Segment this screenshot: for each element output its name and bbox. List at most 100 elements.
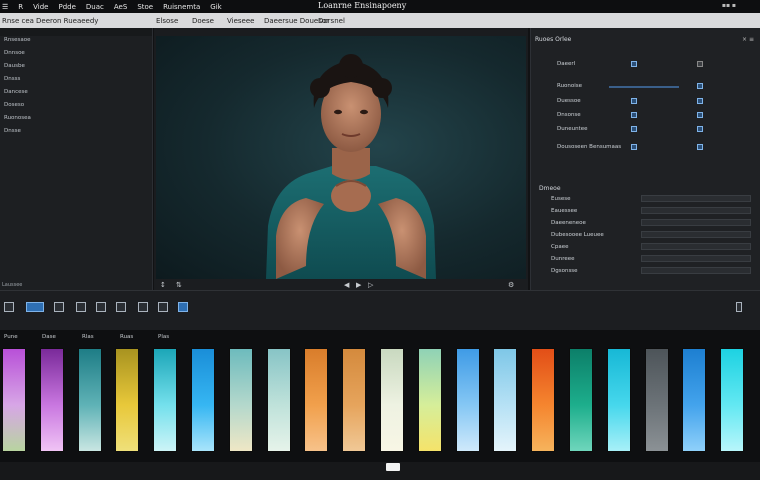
timeline-clip[interactable] <box>266 348 291 452</box>
timeline-ruler[interactable] <box>0 462 760 480</box>
inspector-row[interactable]: Dnsonse <box>539 112 755 120</box>
checkbox[interactable] <box>631 61 637 67</box>
playhead[interactable] <box>386 463 400 471</box>
browser-item[interactable]: Doseso <box>4 102 24 108</box>
timeline-clip[interactable] <box>77 348 102 452</box>
section-row[interactable]: Cpaee <box>551 244 568 250</box>
checkbox[interactable] <box>697 61 703 67</box>
timeline-clip[interactable] <box>115 348 140 452</box>
blade-icon[interactable] <box>54 302 64 312</box>
section-row[interactable]: Dunreee <box>551 256 575 262</box>
toolbar-item[interactable]: Deeron Rueaeedy <box>36 17 98 25</box>
toolbar-item[interactable]: Rnse cea <box>2 17 34 25</box>
checkbox[interactable] <box>631 112 637 118</box>
browser-item[interactable]: Dancese <box>4 89 28 95</box>
timeline-clip[interactable] <box>644 348 669 452</box>
section-row[interactable]: Dgsonsse <box>551 268 578 274</box>
inspector-row[interactable]: Ruonoise <box>539 83 755 91</box>
timeline-clip[interactable] <box>569 348 593 452</box>
timeline-clip[interactable] <box>720 348 745 452</box>
checkbox[interactable] <box>697 126 703 132</box>
timeline-clip[interactable] <box>228 348 253 452</box>
value-field[interactable] <box>641 195 751 202</box>
marker-icon[interactable] <box>138 302 148 312</box>
checkbox[interactable] <box>631 144 637 150</box>
value-field[interactable] <box>641 207 751 214</box>
menu-item[interactable]: Stoe <box>137 3 153 11</box>
value-field[interactable] <box>641 255 751 262</box>
browser-item[interactable]: Rnsesaoe <box>4 37 31 43</box>
inspector-row[interactable]: Duessoe <box>539 98 755 106</box>
fit-icon[interactable]: ↕ <box>160 281 166 289</box>
timeline-clip[interactable] <box>531 348 556 452</box>
timeline-clip[interactable] <box>342 348 367 452</box>
clip-label: Ruas <box>120 334 134 340</box>
timeline-clip[interactable] <box>606 348 631 452</box>
section-row[interactable]: Eusese <box>551 196 570 202</box>
inspector-row[interactable]: Duneuntee <box>539 126 755 134</box>
value-field[interactable] <box>641 219 751 226</box>
browser-item[interactable]: Dnnsoe <box>4 50 25 56</box>
timeline-clip[interactable] <box>39 348 64 452</box>
trim-icon[interactable] <box>76 302 86 312</box>
timeline-clip[interactable] <box>682 348 707 452</box>
menu-item[interactable]: Vide <box>33 3 48 11</box>
browser-item[interactable]: Dausbe <box>4 63 25 69</box>
value-bar[interactable] <box>609 86 679 88</box>
next-frame-icon[interactable]: ▷ <box>368 281 373 289</box>
timeline-clip[interactable] <box>380 348 404 452</box>
preview-canvas[interactable] <box>156 36 526 279</box>
timeline-tracks: Pune Dase Rlas Ruas Plas <box>0 330 760 462</box>
value-field[interactable] <box>641 243 751 250</box>
checkbox[interactable] <box>631 98 637 104</box>
checkbox[interactable] <box>631 126 637 132</box>
video-viewer: ↕ ⇅ ◀ ▶ ▷ ⚙ <box>154 28 528 290</box>
inspector-row[interactable]: Dousoseen Bensumaas <box>539 144 755 152</box>
menu-item[interactable]: ☰ <box>2 3 8 11</box>
timeline-clip[interactable] <box>304 348 329 452</box>
ripple-icon[interactable] <box>158 302 168 312</box>
prev-frame-icon[interactable]: ◀ <box>344 281 349 289</box>
browser-item[interactable]: Ruonosea <box>4 115 31 121</box>
toolbar-item[interactable]: Dorsnel <box>318 17 345 25</box>
menu-item[interactable]: Gik <box>210 3 221 11</box>
tool-icon[interactable] <box>4 302 14 312</box>
window-controls[interactable]: ▪▪ ▪ <box>722 2 736 9</box>
checkbox[interactable] <box>697 144 703 150</box>
toolbar-item[interactable]: Elsose <box>156 17 178 25</box>
checkbox[interactable] <box>697 112 703 118</box>
zoom-icon[interactable]: ⇅ <box>176 281 182 289</box>
menu-item[interactable]: R <box>18 3 23 11</box>
close-icon[interactable]: × ≡ <box>742 36 754 43</box>
menu-item[interactable]: Duac <box>86 3 104 11</box>
timeline-clip[interactable] <box>153 348 178 452</box>
timeline-clip[interactable] <box>493 348 518 452</box>
snap-icon[interactable] <box>96 302 106 312</box>
value-field[interactable] <box>641 231 751 238</box>
toolbar-item[interactable]: Vieseee <box>227 17 254 25</box>
menu-item[interactable]: AeS <box>114 3 127 11</box>
timeline-clip[interactable] <box>417 348 442 452</box>
settings-icon[interactable]: ⚙ <box>508 281 514 289</box>
menu-item[interactable]: Pdde <box>59 3 76 11</box>
timeline-clip[interactable] <box>191 348 215 452</box>
timeline-clip[interactable] <box>2 348 26 452</box>
inspector-row[interactable]: Daeerl <box>539 61 755 69</box>
section-row[interactable]: Dubesooee Lueuee <box>551 232 604 238</box>
toolbar-item[interactable]: Doese <box>192 17 214 25</box>
zoom-slider-icon[interactable] <box>736 302 742 312</box>
play-icon[interactable]: ▶ <box>356 281 361 289</box>
link-icon[interactable] <box>116 302 126 312</box>
checkbox[interactable] <box>697 83 703 89</box>
clip-label: Rlas <box>82 334 94 340</box>
menu-item[interactable]: Ruisnemta <box>163 3 200 11</box>
section-row[interactable]: Daeeneneoe <box>551 220 586 226</box>
checkbox[interactable] <box>697 98 703 104</box>
audio-icon[interactable] <box>178 302 188 312</box>
value-field[interactable] <box>641 267 751 274</box>
browser-item[interactable]: Dnsss <box>4 76 20 82</box>
section-row[interactable]: Eauessee <box>551 208 577 214</box>
timeline-clip[interactable] <box>455 348 480 452</box>
browser-item[interactable]: Dnsse <box>4 128 21 134</box>
selection-tool-icon[interactable] <box>26 302 44 312</box>
